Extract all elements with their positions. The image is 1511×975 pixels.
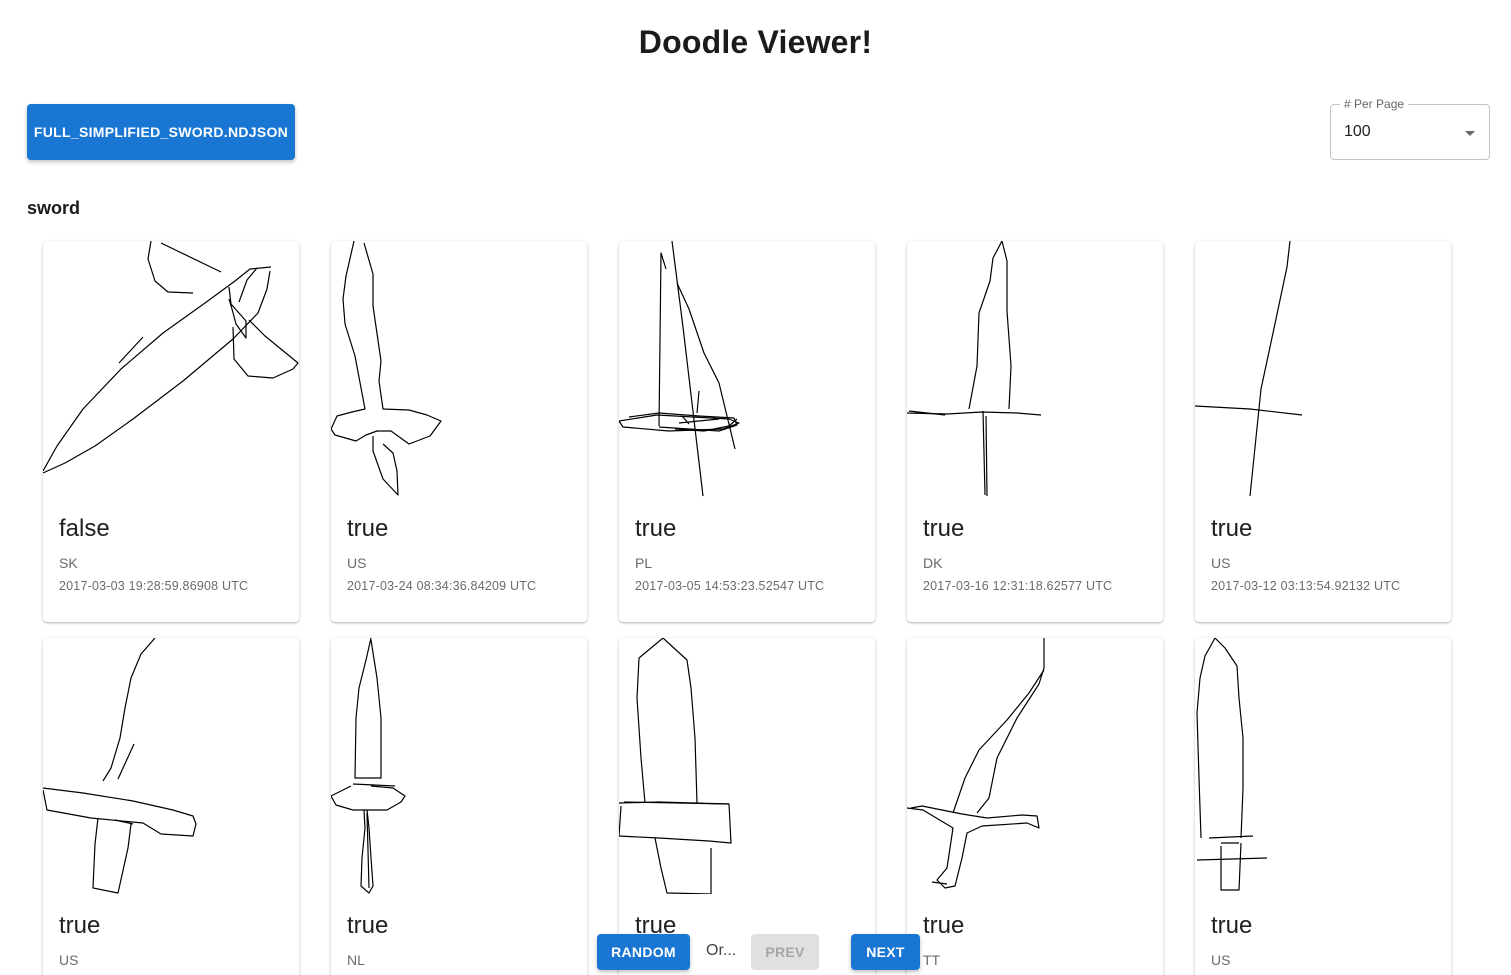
random-button[interactable]: RANDOM (597, 934, 690, 970)
doodle-sketch (1196, 638, 1268, 891)
card-timestamp: 2017-03-12 03:13:54.92132 UTC (1211, 579, 1401, 593)
card-timestamp: 2017-03-24 08:34:36.84209 UTC (347, 579, 537, 593)
file-select-button[interactable]: FULL_SIMPLIFIED_SWORD.NDJSON (27, 104, 295, 160)
doodle-card[interactable]: true (619, 638, 875, 975)
card-recognized: true (59, 912, 101, 939)
card-country: US (1211, 555, 1231, 571)
per-page-select[interactable]: # Per Page 100 (1330, 97, 1490, 160)
card-country: US (59, 952, 79, 968)
doodle-sketch (907, 241, 1042, 497)
card-recognized: true (923, 515, 965, 542)
doodle-sketch (331, 241, 442, 496)
category-heading: sword (27, 198, 81, 218)
card-country: US (1211, 952, 1231, 968)
card-country: SK (59, 555, 78, 571)
chevron-down-icon[interactable] (1465, 131, 1475, 136)
card-timestamp: 2017-03-03 19:28:59.86908 UTC (59, 579, 249, 593)
card-country: PL (635, 555, 653, 571)
per-page-label: # Per Page (1340, 97, 1409, 111)
card-recognized: true (923, 912, 965, 939)
doodle-sketch (43, 638, 197, 894)
doodle-card[interactable]: true NL (331, 638, 587, 975)
card-country: TT (923, 952, 941, 968)
doodle-card[interactable]: true PL 2017-03-05 14:53:23.52547 UTC (619, 241, 875, 622)
card-timestamp: 2017-03-16 12:31:18.62577 UTC (923, 579, 1113, 593)
card-recognized: false (59, 515, 110, 542)
card-recognized: true (347, 912, 389, 939)
next-button[interactable]: NEXT (851, 934, 920, 970)
card-country: US (347, 555, 367, 571)
doodle-sketch (907, 638, 1045, 889)
doodle-sketch (619, 241, 740, 497)
card-country: DK (923, 555, 943, 571)
card-timestamp: 2017-03-05 14:53:23.52547 UTC (635, 579, 825, 593)
doodle-card[interactable]: false SK 2017-03-03 19:28:59.86908 UTC (43, 241, 299, 622)
doodle-sketch (619, 638, 732, 894)
prev-button[interactable]: PREV (751, 934, 819, 970)
doodle-card[interactable]: true US 2017-03-12 03:13:54.92132 UTC (1195, 241, 1451, 622)
card-recognized: true (347, 515, 389, 542)
or-text: Or... (706, 942, 737, 959)
card-recognized: true (635, 515, 677, 542)
doodle-sketch (1195, 241, 1303, 497)
page-title: Doodle Viewer! (638, 24, 873, 60)
doodle-sketch (331, 638, 406, 894)
doodle-sketch (43, 241, 299, 474)
card-country: NL (347, 952, 365, 968)
doodle-card[interactable]: true DK 2017-03-16 12:31:18.62577 UTC (907, 241, 1163, 622)
doodle-card[interactable]: true TT (907, 638, 1163, 975)
doodle-card[interactable]: true US (43, 638, 299, 975)
card-recognized: true (1211, 515, 1253, 542)
card-recognized: true (1211, 912, 1253, 939)
doodle-card[interactable]: true US (1195, 638, 1451, 975)
doodle-card[interactable]: true US 2017-03-24 08:34:36.84209 UTC (331, 241, 587, 622)
per-page-value: 100 (1344, 123, 1371, 140)
doodle-grid: false SK 2017-03-03 19:28:59.86908 UTC t… (43, 241, 1451, 975)
